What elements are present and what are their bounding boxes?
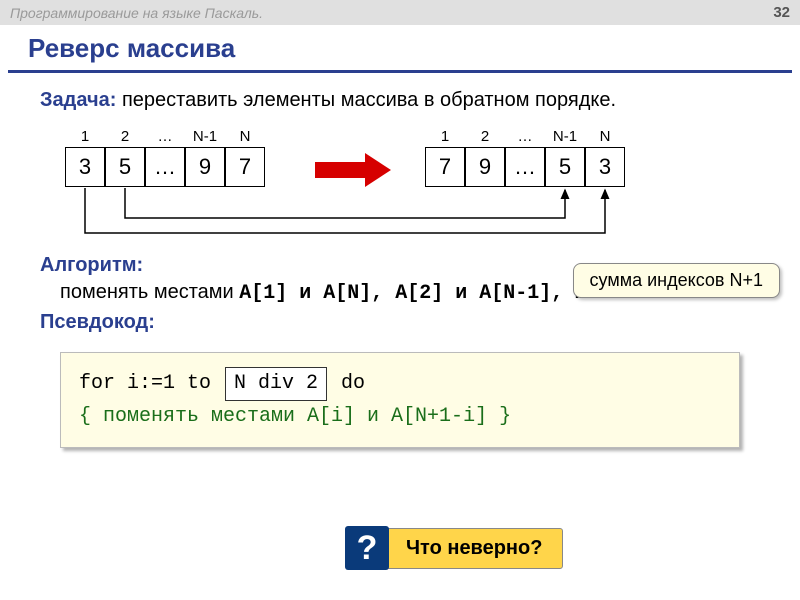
question-mark-icon: ?: [345, 526, 389, 570]
cell: 5: [545, 147, 585, 187]
idx: N-1: [545, 128, 585, 145]
cell: 3: [65, 147, 105, 187]
cell: 7: [425, 147, 465, 187]
array-right: 1 2 … N-1 N 7 9 … 5 3: [425, 128, 625, 187]
page-number: 32: [773, 4, 790, 21]
top-bar: Программирование на языке Паскаль. 32: [0, 0, 800, 25]
idx: 1: [65, 128, 105, 145]
idx: N-1: [185, 128, 225, 145]
code-line-2: { поменять местами A[i] и A[N+1-i] }: [79, 401, 721, 433]
idx: 2: [105, 128, 145, 145]
cell: …: [145, 147, 185, 187]
algorithm-text: поменять местами A[1] и A[N], A[2] и A[N…: [60, 281, 770, 305]
array-left: 1 2 … N-1 N 3 5 … 9 7: [65, 128, 265, 187]
page-title: Реверс массива: [8, 25, 792, 73]
code-text: for i:=1 to: [79, 372, 223, 395]
cell: 3: [585, 147, 625, 187]
task-label: Задача:: [40, 89, 116, 111]
pseudocode-label: Псевдокод:: [40, 311, 770, 334]
question-callout: ? Что неверно?: [345, 526, 563, 570]
idx: 2: [465, 128, 505, 145]
content: Задача: переставить элементы массива в о…: [0, 87, 800, 448]
task: Задача: переставить элементы массива в о…: [30, 87, 770, 114]
cell: 9: [185, 147, 225, 187]
code-text: do: [329, 372, 365, 395]
cell: 5: [105, 147, 145, 187]
idx: …: [145, 128, 185, 145]
code-line-1: for i:=1 to N div 2 do: [79, 367, 721, 401]
cell: …: [505, 147, 545, 187]
breadcrumb: Программирование на языке Паскаль.: [10, 5, 263, 21]
arrays-diagram: 1 2 … N-1 N 3 5 … 9 7 1 2 … N-1: [40, 128, 770, 248]
transform-arrow-icon: [315, 156, 395, 184]
cell: 9: [465, 147, 505, 187]
question-text: Что неверно?: [375, 528, 563, 569]
code-block: for i:=1 to N div 2 do { поменять местам…: [60, 352, 740, 448]
idx: 1: [425, 128, 465, 145]
task-text: переставить элементы массива в обратном …: [122, 89, 616, 111]
alg-pairs: A[1] и A[N], A[2] и A[N-1], …: [239, 282, 587, 305]
idx: N: [225, 128, 265, 145]
idx: …: [505, 128, 545, 145]
alg-prefix: поменять местами: [60, 281, 239, 303]
idx: N: [585, 128, 625, 145]
cell: 7: [225, 147, 265, 187]
code-insert-box: N div 2: [225, 367, 327, 401]
tooltip-sum-indices: сумма индексов N+1: [573, 263, 780, 298]
